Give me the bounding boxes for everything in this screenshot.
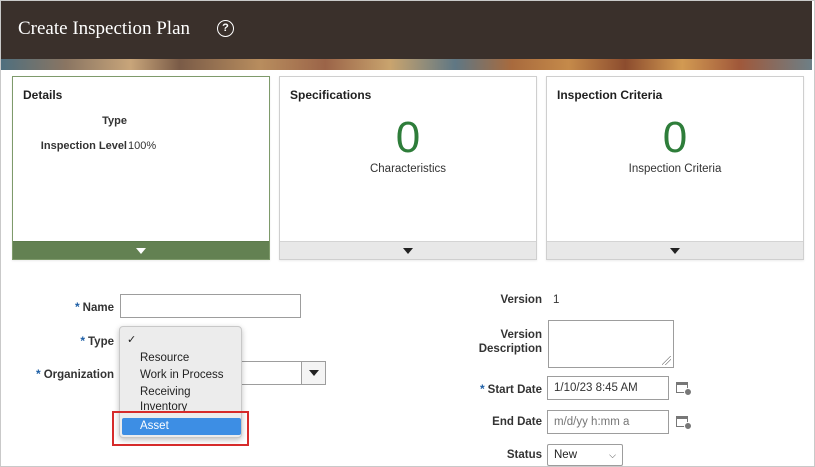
end-date-calendar-button[interactable] bbox=[671, 410, 695, 434]
required-marker: * bbox=[75, 300, 80, 314]
status-label: Status bbox=[506, 449, 542, 461]
name-label: * Name bbox=[75, 300, 114, 314]
details-card-expander[interactable] bbox=[13, 241, 269, 259]
start-date-input[interactable] bbox=[547, 376, 669, 400]
resize-grip-icon[interactable] bbox=[662, 356, 671, 365]
type-option-resource[interactable]: Resource bbox=[120, 350, 241, 367]
organization-label: * Organization bbox=[36, 367, 114, 381]
details-card-title: Details bbox=[23, 88, 63, 102]
version-label: Version bbox=[500, 294, 542, 306]
calendar-clock-icon bbox=[676, 380, 692, 396]
checkmark-icon: ✓ bbox=[127, 334, 137, 346]
details-type-label: Type bbox=[102, 115, 127, 127]
required-marker: * bbox=[36, 367, 41, 381]
triangle-down-icon bbox=[308, 370, 319, 376]
end-date-label: End Date bbox=[492, 416, 542, 428]
version-description-textarea[interactable] bbox=[548, 320, 674, 368]
specifications-card-title: Specifications bbox=[290, 88, 372, 102]
triangle-down-icon bbox=[136, 248, 146, 254]
inspection-criteria-card-title: Inspection Criteria bbox=[557, 88, 663, 102]
specifications-card[interactable]: Specifications 0 Characteristics bbox=[279, 76, 537, 260]
name-input[interactable] bbox=[120, 294, 301, 318]
version-description-label: Version Description bbox=[478, 329, 542, 355]
details-card[interactable]: Details Type Inspection Level 100% bbox=[12, 76, 270, 260]
details-inspection-level-value: 100% bbox=[128, 140, 157, 152]
characteristics-count: 0 bbox=[395, 113, 421, 162]
details-inspection-level-label: Inspection Level bbox=[40, 140, 127, 152]
start-date-calendar-button[interactable] bbox=[671, 376, 695, 400]
required-marker: * bbox=[80, 334, 85, 348]
specifications-card-expander[interactable] bbox=[280, 241, 536, 259]
inspection-criteria-card[interactable]: Inspection Criteria 0 Inspection Criteri… bbox=[546, 76, 804, 260]
decorative-banner bbox=[1, 59, 812, 70]
triangle-down-icon bbox=[670, 248, 680, 254]
status-select[interactable]: New ⌵ bbox=[547, 444, 623, 466]
help-icon[interactable]: ? bbox=[217, 20, 234, 37]
organization-dropdown-button[interactable] bbox=[301, 362, 325, 384]
inspection-criteria-card-expander[interactable] bbox=[547, 241, 803, 259]
version-value: 1 bbox=[553, 294, 560, 306]
status-value: New bbox=[554, 449, 578, 461]
chevron-down-icon: ⌵ bbox=[609, 450, 616, 460]
start-date-label: * Start Date bbox=[480, 382, 542, 396]
calendar-clock-icon bbox=[676, 414, 692, 430]
end-date-input[interactable] bbox=[547, 410, 669, 434]
triangle-down-icon bbox=[403, 248, 413, 254]
callout-highlight-box bbox=[112, 411, 249, 446]
inspection-criteria-count: 0 bbox=[662, 113, 688, 162]
page-title: Create Inspection Plan bbox=[18, 18, 191, 39]
characteristics-caption: Characteristics bbox=[369, 163, 447, 175]
required-marker: * bbox=[480, 382, 485, 396]
type-option-receiving[interactable]: Receiving bbox=[120, 384, 241, 401]
page-header: Create Inspection Plan ? bbox=[1, 1, 812, 59]
inspection-criteria-caption: Inspection Criteria bbox=[628, 163, 722, 175]
type-label: * Type bbox=[80, 334, 114, 348]
type-option-work-in-process[interactable]: Work in Process bbox=[120, 367, 241, 384]
